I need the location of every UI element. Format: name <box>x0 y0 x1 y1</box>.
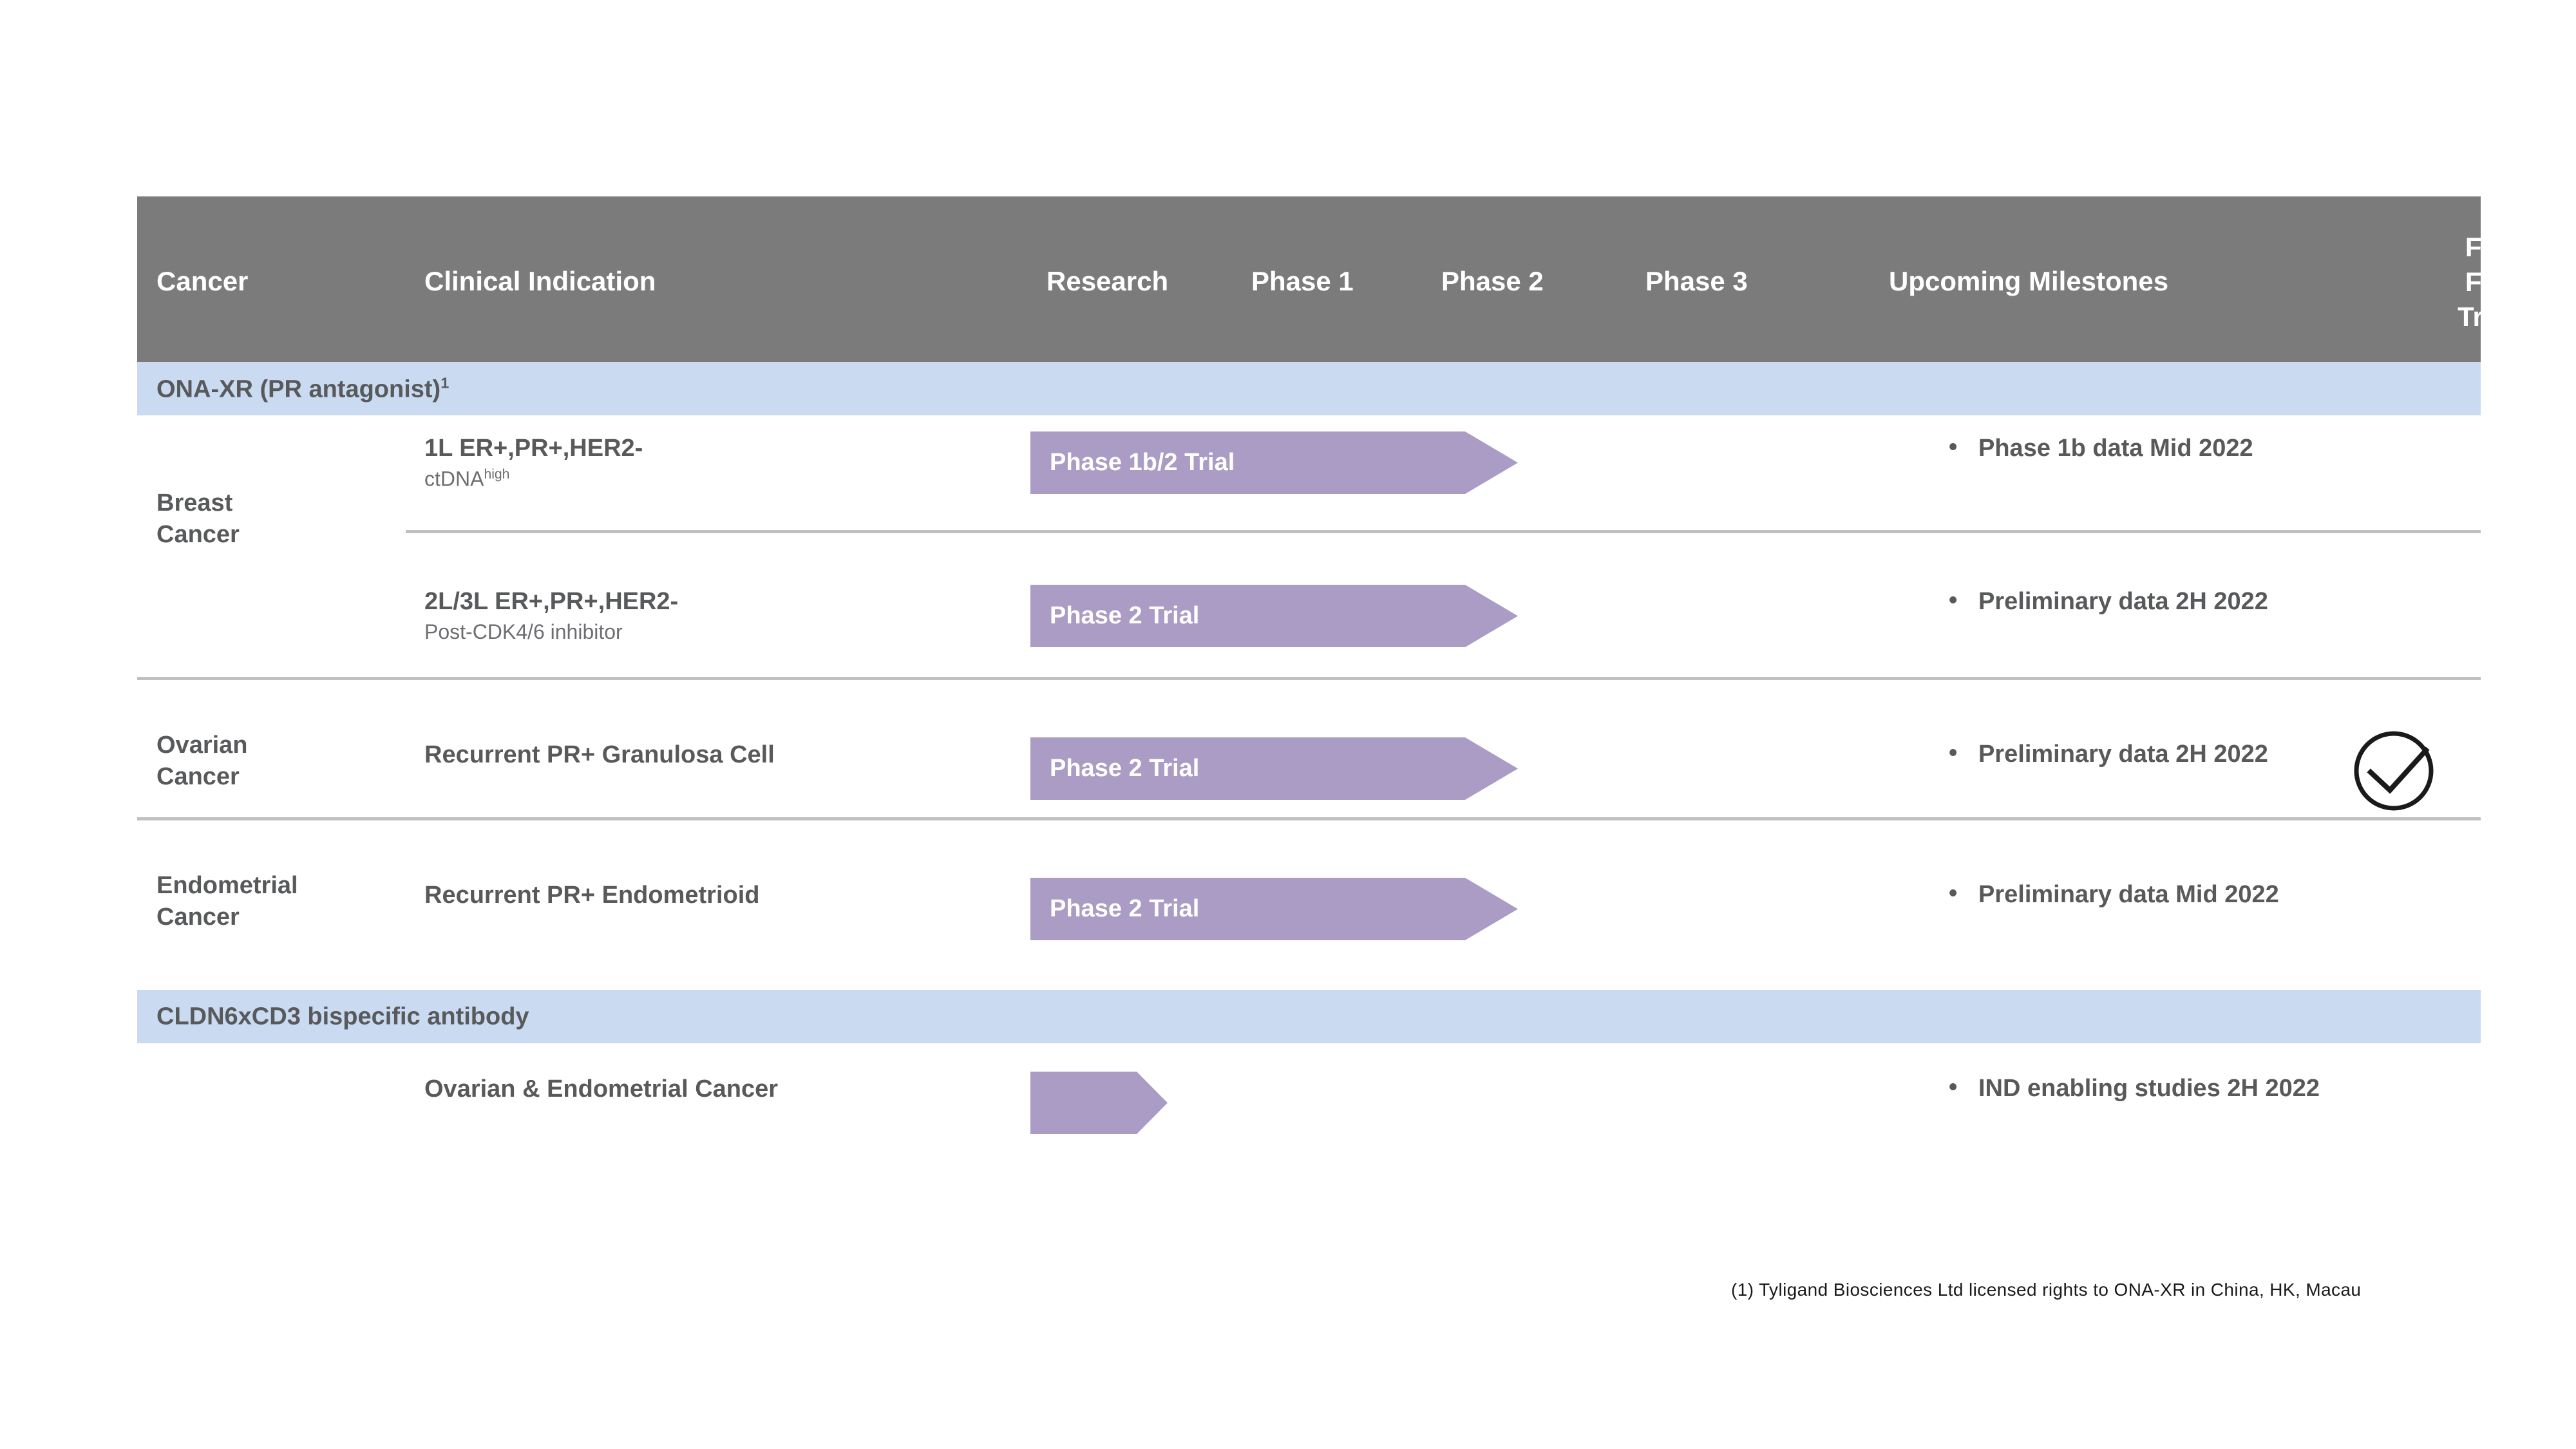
section-label-ona-xr: ONA-XR (PR antagonist)1 <box>156 374 449 403</box>
phase-bar-label: Phase 2 Trial <box>1030 755 1199 782</box>
indication-primary-text: Ovarian & Endometrial Cancer <box>424 1074 778 1104</box>
table-row: 2L/3L ER+,PR+,HER2- Post-CDK4/6 inhibito… <box>137 569 2481 709</box>
table-row: Ovarian Cancer Recurrent PR+ Granulosa C… <box>137 709 2481 849</box>
section-label-ona-xr-footnote-marker: 1 <box>440 374 449 391</box>
column-header-cancer: Cancer <box>156 266 248 296</box>
section-label-cldn6xcd3: CLDN6xCD3 bispecific antibody <box>156 1003 529 1030</box>
bullet-icon: • <box>1949 1075 1978 1099</box>
indication-primary-text: 1L ER+,PR+,HER2- <box>424 433 643 463</box>
milestone-text: IND enabling studies 2H 2022 <box>1978 1075 2320 1103</box>
phase-bar-phase-2-trial[interactable]: Phase 2 Trial <box>1030 737 1518 800</box>
cell-indication-cldn6xcd3: Ovarian & Endometrial Cancer <box>424 1074 778 1104</box>
phase-bar-phase-2-trial[interactable]: Phase 2 Trial <box>1030 878 1518 940</box>
pipeline-chart: Cancer Clinical Indication Research Phas… <box>0 0 2576 1449</box>
cell-indication-breast-2l3l: 2L/3L ER+,PR+,HER2- Post-CDK4/6 inhibito… <box>424 587 678 646</box>
cell-indication-breast-1l: 1L ER+,PR+,HER2- ctDNAhigh <box>424 433 643 493</box>
cell-milestone-cldn6xcd3: • IND enabling studies 2H 2022 <box>1949 1075 2320 1103</box>
table-header-row: Cancer Clinical Indication Research Phas… <box>137 196 2481 362</box>
indication-secondary-base: ctDNA <box>424 468 484 491</box>
indication-primary-text: Recurrent PR+ Endometrioid <box>424 880 759 910</box>
section-band-cldn6xcd3: CLDN6xCD3 bispecific antibody <box>137 990 2481 1043</box>
column-header-fda-fast-track: FDA Fast Track <box>2435 230 2551 334</box>
column-header-phase-2: Phase 2 <box>1441 266 1544 296</box>
cell-milestone-breast-2l3l: • Preliminary data 2H 2022 <box>1949 588 2268 616</box>
indication-secondary-text: Post-CDK4/6 inhibitor <box>424 619 678 646</box>
milestone-text: Phase 1b data Mid 2022 <box>1978 435 2253 462</box>
table-row: Endometrial Cancer Recurrent PR+ Endomet… <box>137 849 2481 990</box>
milestone-text: Preliminary data Mid 2022 <box>1978 881 2279 909</box>
phase-bar-phase-2-trial[interactable]: Phase 2 Trial <box>1030 585 1518 647</box>
bullet-icon: • <box>1949 588 1978 612</box>
milestone-text: Preliminary data 2H 2022 <box>1978 741 2268 768</box>
bullet-icon: • <box>1949 435 1978 459</box>
cell-cancer-ovarian: Ovarian Cancer <box>156 730 248 793</box>
cell-milestone-ovarian: • Preliminary data 2H 2022 <box>1949 741 2268 768</box>
row-separator-indented <box>406 530 2481 533</box>
cell-cancer-breast: Breast Cancer <box>156 488 240 551</box>
indication-primary-text: Recurrent PR+ Granulosa Cell <box>424 740 775 770</box>
section-band-ona-xr: ONA-XR (PR antagonist)1 <box>137 362 2481 415</box>
indication-secondary-superscript: high <box>484 467 509 482</box>
indication-primary-text: 2L/3L ER+,PR+,HER2- <box>424 587 678 616</box>
cell-milestone-endometrial: • Preliminary data Mid 2022 <box>1949 881 2279 909</box>
fda-fast-track-check-icon <box>2354 726 2439 811</box>
phase-bar-label: Phase 2 Trial <box>1030 602 1199 630</box>
milestone-text: Preliminary data 2H 2022 <box>1978 588 2268 616</box>
column-header-milestones: Upcoming Milestones <box>1889 266 2168 296</box>
cell-cancer-endometrial: Endometrial Cancer <box>156 870 298 934</box>
phase-bar-label: Phase 1b/2 Trial <box>1030 449 1235 477</box>
section-separator <box>137 817 2481 820</box>
footnote-text: (1) Tyligand Biosciences Ltd licensed ri… <box>1731 1280 2361 1300</box>
phase-bar-label: Phase 2 Trial <box>1030 895 1199 923</box>
column-header-indication: Clinical Indication <box>424 266 656 296</box>
table-row: Breast Cancer 1L ER+,PR+,HER2- ctDNAhigh… <box>137 415 2481 569</box>
column-header-research: Research <box>1046 266 1168 296</box>
section-separator <box>137 677 2481 680</box>
bullet-icon: • <box>1949 741 1978 765</box>
cell-indication-ovarian: Recurrent PR+ Granulosa Cell <box>424 740 775 770</box>
indication-secondary-text: ctDNAhigh <box>424 466 643 493</box>
column-header-phase-1: Phase 1 <box>1251 266 1354 296</box>
pipeline-table: Cancer Clinical Indication Research Phas… <box>137 196 2481 1184</box>
phase-bar-phase-1b-2-trial[interactable]: Phase 1b/2 Trial <box>1030 431 1518 494</box>
cell-milestone-breast-1l: • Phase 1b data Mid 2022 <box>1949 435 2253 462</box>
section-label-ona-xr-text: ONA-XR (PR antagonist) <box>156 375 440 402</box>
phase-bar-research[interactable] <box>1030 1072 1168 1134</box>
column-header-phase-3: Phase 3 <box>1645 266 1748 296</box>
table-row: Ovarian & Endometrial Cancer • IND enabl… <box>137 1043 2481 1184</box>
bullet-icon: • <box>1949 881 1978 905</box>
cell-indication-endometrial: Recurrent PR+ Endometrioid <box>424 880 759 910</box>
